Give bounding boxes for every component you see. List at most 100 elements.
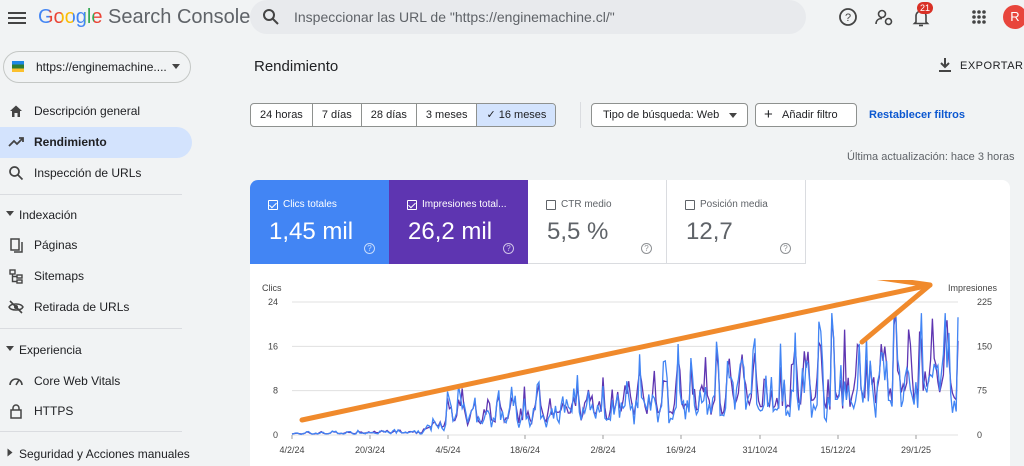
chevron-down-icon (172, 64, 180, 69)
logo-product: Search Console (102, 6, 251, 28)
metric-label: CTR medio (561, 199, 612, 210)
sidebar-item-url-inspection[interactable]: Inspección de URLs (0, 158, 192, 189)
metric-clicks[interactable]: Clics totales 1,45 mil ? (250, 180, 389, 264)
plus-icon: + (764, 106, 773, 123)
property-favicon (12, 61, 24, 72)
sidebar-item-label: Rendimiento (34, 135, 107, 149)
collapse-icon (6, 211, 14, 216)
y-left-tick-label: 16 (268, 341, 278, 351)
help-icon[interactable]: ? (503, 243, 514, 254)
y-axis-right-label: Impresiones (948, 283, 998, 293)
add-filter-label: Añadir filtro (782, 109, 838, 121)
reset-filters-link[interactable]: Restablecer filtros (869, 109, 965, 121)
sidebar-item-removals[interactable]: Retirada de URLs (0, 292, 192, 323)
pages-icon (10, 238, 23, 253)
search-input[interactable] (294, 7, 794, 27)
date-range-selector: 24 horas 7 días 28 días 3 meses ✓ 16 mes… (250, 103, 557, 127)
y-axis-left-label: Clics (262, 283, 282, 293)
checkbox-icon[interactable] (407, 200, 417, 210)
help-icon[interactable]: ? (837, 6, 859, 28)
eye-off-icon (8, 300, 24, 314)
metric-value: 12,7 (686, 218, 733, 245)
y-right-tick-label: 150 (977, 341, 992, 351)
y-left-tick-label: 8 (273, 386, 278, 396)
sidebar-item-label: Sitemaps (34, 269, 85, 283)
notifications-badge: 21 (917, 2, 934, 14)
divider (0, 194, 182, 195)
checkbox-icon[interactable] (268, 200, 278, 210)
search-type-label: Tipo de búsqueda: Web (603, 109, 720, 121)
trending-up-icon (8, 137, 24, 147)
export-label: EXPORTAR (960, 60, 1024, 72)
section-indexing[interactable]: Indexación (0, 201, 192, 229)
help-icon[interactable]: ? (641, 243, 652, 254)
lock-icon (10, 404, 22, 419)
x-tick-label: 18/6/24 (510, 445, 540, 455)
section-experience[interactable]: Experiencia (0, 336, 192, 364)
users-settings-icon[interactable] (873, 6, 895, 28)
sidebar-item-performance[interactable]: Rendimiento (0, 127, 192, 158)
sidebar-item-https[interactable]: HTTPS (0, 396, 192, 427)
help-icon[interactable]: ? (364, 243, 375, 254)
range-7d[interactable]: 7 días (313, 104, 362, 126)
property-selector[interactable]: https://enginemachine.... (3, 51, 191, 83)
performance-chart[interactable]: Clics Impresiones 24 22516 1508 750 04/2/24 2… (250, 280, 1010, 466)
metric-position[interactable]: Posición media 12,7 ? (667, 180, 806, 264)
app-logo[interactable]: Google Search Console (38, 6, 250, 29)
download-icon (939, 58, 951, 72)
avatar[interactable]: R (1003, 5, 1024, 29)
sidebar-item-overview[interactable]: Descripción general (0, 96, 192, 127)
menu-icon[interactable] (8, 9, 26, 25)
range-24h[interactable]: 24 horas (251, 104, 313, 126)
y-left-tick-label: 0 (273, 430, 278, 440)
sidebar-item-sitemaps[interactable]: Sitemaps (0, 261, 192, 292)
metric-label: Clics totales (283, 199, 337, 210)
y-right-tick-label: 75 (977, 386, 987, 396)
section-label: Experiencia (19, 343, 82, 357)
sitemap-icon (9, 269, 23, 284)
search-type-filter[interactable]: Tipo de búsqueda: Web (591, 103, 748, 127)
range-3m[interactable]: 3 meses (417, 104, 478, 126)
x-tick-label: 4/2/24 (279, 445, 304, 455)
checkbox-icon[interactable] (546, 200, 556, 210)
sidebar-item-label: Descripción general (34, 104, 141, 118)
sidebar-item-core-web-vitals[interactable]: Core Web Vitals (0, 366, 192, 397)
section-label: Seguridad y Acciones manuales (19, 447, 190, 461)
x-tick-label: 4/5/24 (435, 445, 460, 455)
range-28d[interactable]: 28 días (362, 104, 417, 126)
sidebar-item-label: Core Web Vitals (34, 374, 121, 388)
metric-ctr[interactable]: CTR medio 5,5 % ? (528, 180, 667, 264)
section-security[interactable]: Seguridad y Acciones manuales (0, 440, 192, 466)
metric-impressions[interactable]: Impresiones total... 26,2 mil ? (389, 180, 528, 264)
add-filter-button[interactable]: + Añadir filtro (755, 103, 857, 127)
home-icon (10, 105, 22, 117)
sidebar-item-pages[interactable]: Páginas (0, 230, 192, 261)
sidebar-item-label: Retirada de URLs (34, 300, 130, 314)
divider (0, 328, 182, 329)
top-bar: Google Search Console ? 21 R (0, 0, 1024, 38)
url-inspection-search[interactable] (250, 0, 806, 34)
filter-divider (580, 102, 581, 128)
x-tick-label: 2/8/24 (590, 445, 615, 455)
search-icon (9, 166, 24, 181)
series-clicks-line (291, 312, 959, 436)
metric-value: 26,2 mil (408, 218, 493, 245)
logo-google: Google (38, 6, 103, 28)
collapse-icon (6, 346, 14, 351)
sidebar-item-label: Páginas (34, 238, 78, 252)
sidebar-item-label: Inspección de URLs (34, 166, 142, 180)
expand-icon (7, 448, 13, 457)
apps-grid-icon[interactable] (968, 6, 990, 28)
range-16m-label: 16 meses (498, 109, 547, 121)
help-icon[interactable]: ? (780, 243, 791, 254)
checkbox-icon[interactable] (685, 200, 695, 210)
svg-text:?: ? (845, 12, 851, 24)
y-right-tick-label: 225 (977, 297, 992, 307)
x-tick-label: 16/9/24 (666, 445, 696, 455)
search-icon (263, 9, 279, 25)
sidebar: https://enginemachine.... Descripción ge… (0, 38, 200, 466)
last-updated: Última actualización: hace 3 horas (847, 151, 1015, 163)
range-16m[interactable]: ✓ 16 meses (477, 104, 556, 126)
x-tick-label: 29/1/25 (901, 445, 931, 455)
sidebar-item-label: HTTPS (34, 404, 74, 418)
